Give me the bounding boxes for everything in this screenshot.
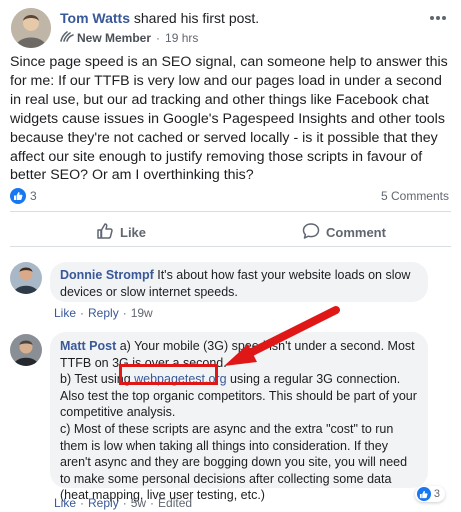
annotation-arrow-icon <box>224 306 340 366</box>
